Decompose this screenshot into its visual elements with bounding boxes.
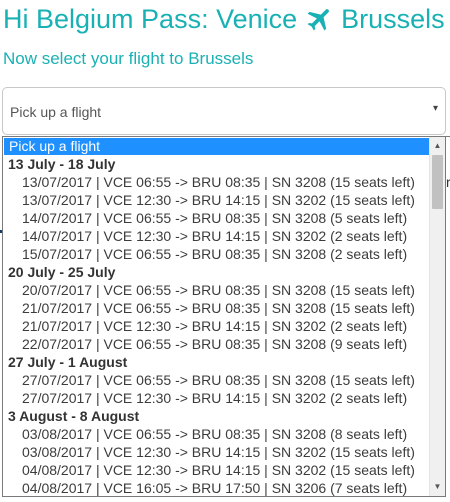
flight-option[interactable]: 13/07/2017 | VCE 12:30 -> BRU 14:15 | SN…: [3, 191, 431, 209]
page-subtitle: Now select your flight to Brussels: [3, 49, 254, 68]
flight-option[interactable]: 27/07/2017 | VCE 12:30 -> BRU 14:15 | SN…: [3, 389, 431, 407]
option-group-label: 27 July - 1 August: [8, 354, 128, 370]
flight-option[interactable]: 03/08/2017 | VCE 06:55 -> BRU 08:35 | SN…: [3, 425, 431, 443]
flight-option[interactable]: 21/07/2017 | VCE 12:30 -> BRU 14:15 | SN…: [3, 317, 431, 335]
option-group-label: 3 August - 8 August: [8, 408, 140, 424]
scrollbar[interactable]: ▲ ▼: [429, 137, 445, 496]
flight-option[interactable]: 27/07/2017 | VCE 06:55 -> BRU 08:35 | SN…: [3, 371, 431, 389]
title-destination: Brussels: [341, 4, 445, 34]
option-group-label: 13 July - 18 July: [8, 156, 116, 172]
flight-option[interactable]: 14/07/2017 | VCE 12:30 -> BRU 14:15 | SN…: [3, 227, 431, 245]
page-title: Hi Belgium Pass: Venice Brussels: [3, 2, 445, 36]
flight-option[interactable]: 22/07/2017 | VCE 06:55 -> BRU 08:35 | SN…: [3, 335, 431, 353]
flight-select-value: Pick up a flight: [10, 104, 102, 120]
flight-option[interactable]: 03/08/2017 | VCE 12:30 -> BRU 14:15 | SN…: [3, 443, 431, 461]
flight-select[interactable]: Pick up a flight ▾: [2, 87, 446, 135]
title-origin: Hi Belgium Pass: Venice: [3, 4, 298, 34]
scroll-up-icon[interactable]: ▲: [430, 138, 445, 154]
scrollbar-thumb[interactable]: [432, 155, 443, 209]
flight-option[interactable]: 14/07/2017 | VCE 06:55 -> BRU 08:35 | SN…: [3, 209, 431, 227]
flight-option[interactable]: 15/07/2017 | VCE 06:55 -> BRU 08:35 | SN…: [3, 245, 431, 263]
scroll-down-icon[interactable]: ▼: [430, 479, 445, 495]
flight-option[interactable]: 21/07/2017 | VCE 06:55 -> BRU 08:35 | SN…: [3, 299, 431, 317]
flight-option[interactable]: 13/07/2017 | VCE 06:55 -> BRU 08:35 | SN…: [3, 173, 431, 191]
flight-option[interactable]: 20/07/2017 | VCE 06:55 -> BRU 08:35 | SN…: [3, 281, 431, 299]
flight-options-list[interactable]: Pick up a flight 13 July - 18 July 13/07/…: [2, 136, 446, 497]
options-container: Pick up a flight 13 July - 18 July 13/07/…: [3, 137, 431, 496]
airplane-icon: [307, 9, 330, 31]
flight-option[interactable]: 04/08/2017 | VCE 12:30 -> BRU 14:15 | SN…: [3, 461, 431, 479]
option-group-label: 20 July - 25 July: [8, 264, 116, 280]
chevron-down-icon: ▾: [432, 103, 438, 114]
background-text-fragment: r: [446, 174, 450, 190]
option-placeholder[interactable]: Pick up a flight: [4, 138, 430, 155]
flight-option[interactable]: 04/08/2017 | VCE 16:05 -> BRU 17:50 | SN…: [3, 479, 431, 496]
